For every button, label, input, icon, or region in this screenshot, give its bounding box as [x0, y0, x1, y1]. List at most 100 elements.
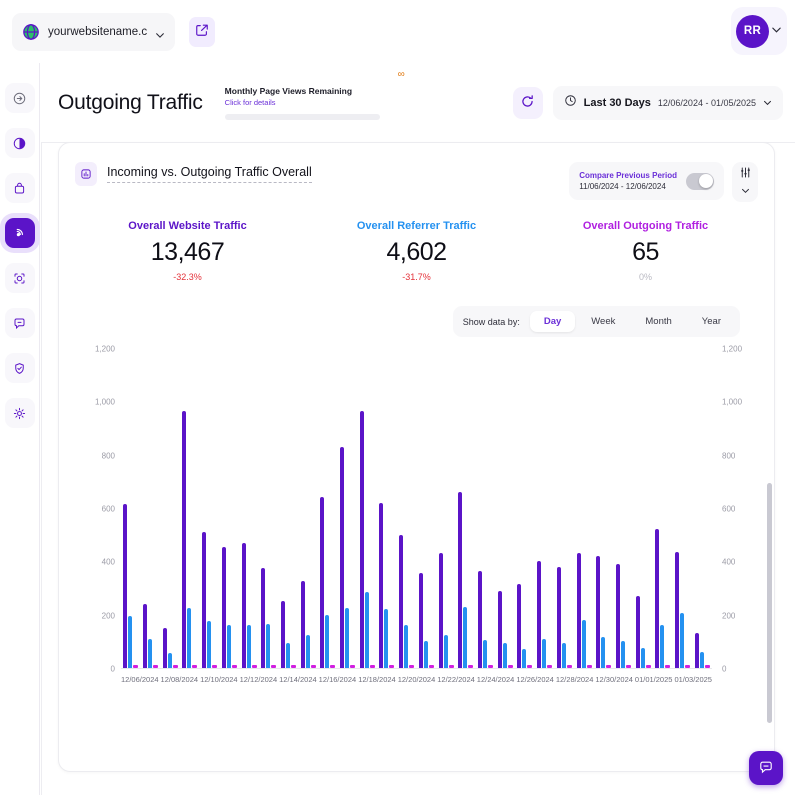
bar-group[interactable] [121, 504, 141, 668]
bar-group[interactable] [357, 411, 377, 668]
bar-group[interactable] [377, 503, 397, 668]
bar-group[interactable] [594, 556, 614, 668]
bar-referrer [227, 625, 231, 668]
date-range-label: Last 30 Days [584, 97, 651, 109]
date-range-picker[interactable]: Last 30 Days 12/06/2024 - 01/05/2025 [553, 86, 783, 120]
x-axis-tick: 01/03/2025 [674, 675, 712, 695]
user-menu[interactable]: RR [731, 7, 787, 55]
segment-month[interactable]: Month [631, 311, 685, 332]
site-name-label: yourwebsitename.co [48, 26, 147, 38]
external-link-icon [195, 23, 209, 40]
bar-referrer [365, 592, 369, 668]
bar-group[interactable] [692, 633, 712, 668]
bar-group[interactable] [220, 547, 240, 668]
bar-outgoing [232, 665, 237, 668]
page-title: Outgoing Traffic [58, 91, 203, 115]
bar-group[interactable] [436, 553, 456, 668]
sliders-icon [739, 166, 752, 182]
metric-label: Overall Outgoing Traffic [531, 220, 760, 232]
sidebar [0, 63, 40, 795]
x-axis: 12/06/202412/08/202412/10/202412/12/2024… [121, 675, 712, 695]
bar-group[interactable] [673, 552, 693, 668]
segmented-control: Show data by: Day Week Month Year [453, 306, 740, 337]
x-axis-tick: 12/30/2024 [595, 675, 633, 695]
bar-group[interactable] [535, 561, 555, 668]
bar-referrer [621, 641, 625, 668]
bar-group[interactable] [456, 492, 476, 668]
bar-referrer [168, 653, 172, 668]
bar-group[interactable] [160, 628, 180, 668]
bar-referrer [345, 608, 349, 668]
scrollbar[interactable] [767, 483, 772, 723]
bar-outgoing [468, 665, 473, 668]
segmented-title: Show data by: [458, 317, 528, 327]
bar-group[interactable] [298, 581, 318, 668]
bar-outgoing [212, 665, 217, 668]
sidebar-item-login[interactable] [5, 83, 35, 113]
sidebar-item-settings[interactable] [5, 398, 35, 428]
bar-group[interactable] [180, 411, 200, 668]
bar-group[interactable] [614, 564, 634, 668]
bar-website [517, 584, 521, 668]
bar-referrer [187, 608, 191, 668]
date-range-value: 12/06/2024 - 01/05/2025 [658, 98, 756, 108]
bar-group[interactable] [239, 543, 259, 668]
bar-website [123, 504, 127, 668]
bar-group[interactable] [633, 596, 653, 668]
bar-referrer [207, 621, 211, 668]
bar-referrer [680, 613, 684, 668]
bar-website [301, 581, 305, 668]
bar-outgoing [626, 665, 631, 668]
bar-referrer [641, 648, 645, 668]
chart-settings-button[interactable] [732, 162, 758, 202]
sidebar-item-security[interactable] [5, 353, 35, 383]
segment-year[interactable]: Year [688, 311, 735, 332]
x-axis-tick: 01/01/2025 [635, 675, 673, 695]
segment-week[interactable]: Week [577, 311, 629, 332]
bar-group[interactable] [200, 532, 220, 668]
bar-group[interactable] [259, 568, 279, 668]
toggle-knob [699, 174, 713, 188]
header-controls: Last 30 Days 12/06/2024 - 01/05/2025 [513, 86, 783, 120]
compare-toggle[interactable] [686, 173, 714, 190]
bar-group[interactable] [653, 529, 673, 668]
bar-website [163, 628, 167, 668]
bar-outgoing [449, 665, 454, 668]
quota-widget[interactable]: Monthly Page Views Remaining Click for d… [225, 86, 380, 120]
clock-icon [564, 94, 577, 112]
sidebar-item-targeting[interactable] [5, 263, 35, 293]
bar-referrer [444, 635, 448, 668]
sidebar-item-outgoing-traffic[interactable] [5, 218, 35, 248]
y-axis-left: 02004006008001,0001,200 [69, 349, 115, 669]
bar-group[interactable] [554, 567, 574, 668]
bar-group[interactable] [476, 571, 496, 668]
bar-website [458, 492, 462, 668]
bar-group[interactable] [397, 535, 417, 668]
sidebar-item-campaigns[interactable] [5, 173, 35, 203]
site-selector[interactable]: yourwebsitename.co [12, 13, 175, 51]
refresh-button[interactable] [513, 87, 543, 119]
segment-day[interactable]: Day [530, 311, 575, 332]
bar-group[interactable] [515, 584, 535, 668]
bar-website [379, 503, 383, 668]
sidebar-item-analytics[interactable] [5, 128, 35, 158]
bar-group[interactable] [417, 573, 437, 668]
metric-value: 65 [531, 238, 760, 267]
open-site-button[interactable] [189, 17, 215, 47]
bar-group[interactable] [279, 601, 299, 668]
sidebar-item-messages[interactable] [5, 308, 35, 338]
x-axis-tick: 12/08/2024 [161, 675, 199, 695]
support-chat-button[interactable] [749, 751, 783, 785]
bar-website [439, 553, 443, 668]
bar-group[interactable] [318, 497, 338, 668]
compare-previous-period-control[interactable]: Compare Previous Period 11/06/2024 - 12/… [569, 162, 724, 200]
bar-group[interactable] [141, 604, 161, 668]
y-axis-tick: 400 [69, 558, 115, 567]
y-axis-tick: 600 [722, 505, 768, 514]
bar-group[interactable] [338, 447, 358, 668]
bar-website [261, 568, 265, 668]
bar-referrer [148, 639, 152, 668]
bar-group[interactable] [574, 553, 594, 668]
bar-group[interactable] [495, 591, 515, 668]
quota-details-link[interactable]: Click for details [225, 98, 380, 107]
